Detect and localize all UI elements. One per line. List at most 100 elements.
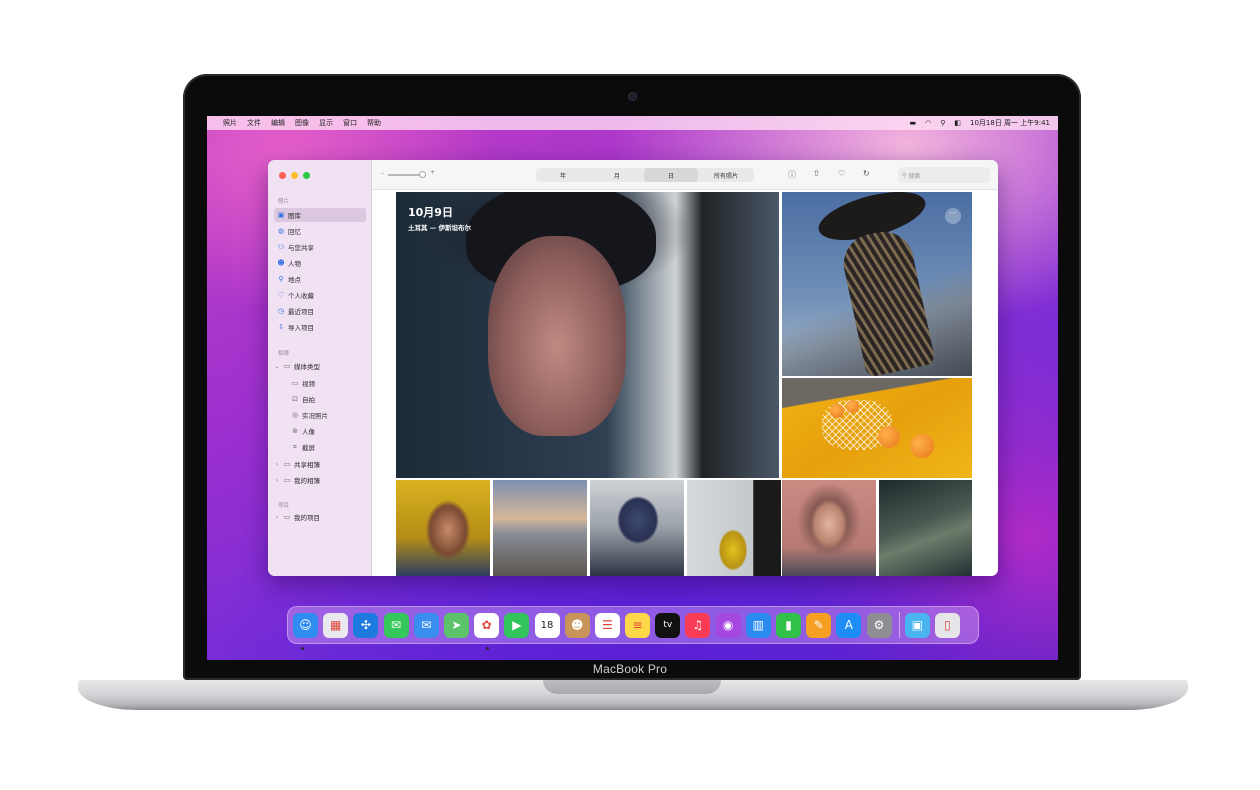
share-icon[interactable]: ⇧: [813, 169, 820, 178]
sidebar-item-my-albums[interactable]: › ▭ 我的相簿: [274, 473, 366, 487]
zoom-button[interactable]: [303, 172, 310, 179]
wifi-icon[interactable]: ◠: [925, 119, 931, 127]
calendar-icon[interactable]: 18: [534, 612, 560, 638]
more-options-icon[interactable]: ···: [945, 208, 961, 224]
sidebar-item-videos[interactable]: ▭ 视频: [288, 376, 366, 390]
downloads-folder-icon[interactable]: ▣: [904, 612, 930, 638]
photo-thumbnail[interactable]: [687, 480, 781, 576]
sidebar-item-imports[interactable]: ⇩ 导入项目: [274, 320, 366, 334]
sidebar-item-live-photos[interactable]: ◎ 实况照片: [288, 408, 366, 422]
menu-bar: 照片 文件 编辑 图像 显示 窗口 帮助 ▬ ◠ ⚲ ◧ 10月18日 周一 上…: [207, 116, 1058, 130]
portrait-icon: ⊚: [292, 427, 298, 435]
places-icon: ⚲: [278, 275, 284, 283]
photo-face: [488, 236, 626, 436]
people-icon: ☻: [277, 259, 285, 267]
sidebar-item-favorites[interactable]: ♡ 个人收藏: [274, 288, 366, 302]
sidebar-section-albums: 相簿: [278, 351, 290, 357]
sidebar-item-label: 回忆: [288, 228, 301, 236]
sidebar-item-library[interactable]: ▣ 图库: [274, 208, 366, 222]
menu-help[interactable]: 帮助: [367, 118, 381, 128]
sidebar-item-shared-albums[interactable]: › ▭ 共享相簿: [274, 457, 366, 471]
sidebar-item-shared-with-you[interactable]: ⚇ 与您共享: [274, 240, 366, 254]
app-store-icon[interactable]: A: [836, 612, 862, 638]
messages-icon[interactable]: ✉: [383, 612, 409, 638]
safari-icon[interactable]: ✣: [353, 612, 379, 638]
search-field[interactable]: ⚲ 搜索: [898, 167, 990, 183]
sidebar-item-places[interactable]: ⚲ 地点: [274, 272, 366, 286]
folder-icon: ▭: [283, 476, 291, 484]
system-preferences-icon[interactable]: ⚙: [866, 612, 892, 638]
device-label: MacBook Pro: [592, 662, 668, 676]
shared-with-you-icon: ⚇: [277, 243, 285, 251]
notes-icon[interactable]: ≡: [625, 612, 651, 638]
sidebar-item-label: 与您共享: [288, 244, 314, 252]
keynote-icon[interactable]: ▥: [745, 612, 771, 638]
rotate-icon[interactable]: ↻: [863, 169, 870, 178]
zoom-out-icon[interactable]: –: [381, 170, 384, 177]
mail-icon[interactable]: ✉: [413, 612, 439, 638]
menu-image[interactable]: 图像: [295, 118, 309, 128]
sidebar-item-screenshots[interactable]: ⌗ 截屏: [288, 440, 366, 454]
tv-icon[interactable]: tv: [655, 612, 681, 638]
zoom-in-icon[interactable]: +: [430, 169, 435, 176]
zoom-slider-knob[interactable]: [419, 171, 426, 178]
menu-view[interactable]: 显示: [319, 118, 333, 128]
sidebar-item-memories[interactable]: ◍ 回忆: [274, 224, 366, 238]
tab-months[interactable]: 月: [590, 168, 644, 182]
battery-icon[interactable]: ▬: [910, 119, 917, 127]
photo-thumbnail[interactable]: [396, 480, 490, 576]
photo-hero-portrait[interactable]: 10月9日 土耳其 — 伊斯坦布尔: [396, 192, 779, 478]
sidebar-item-label: 图库: [288, 212, 301, 220]
search-icon[interactable]: ⚲: [940, 119, 945, 127]
maps-icon[interactable]: ➤: [443, 612, 469, 638]
sidebar-item-label: 媒体类型: [294, 363, 320, 371]
memories-icon: ◍: [277, 227, 285, 235]
photo-thumbnail[interactable]: [590, 480, 684, 576]
close-button[interactable]: [279, 172, 286, 179]
selfie-icon: ⊡: [292, 395, 298, 403]
photos-icon[interactable]: ✿: [474, 612, 500, 638]
sidebar-item-selfies[interactable]: ⊡ 自拍: [288, 392, 366, 406]
sidebar-item-label: 最近项目: [288, 308, 314, 316]
sidebar-item-label: 导入项目: [288, 324, 314, 332]
launchpad-icon[interactable]: ▦: [323, 612, 349, 638]
menu-file[interactable]: 文件: [247, 118, 261, 128]
sidebar-item-media-types[interactable]: ⌄ ▭ 媒体类型: [274, 359, 366, 373]
tab-all-photos[interactable]: 所有照片: [698, 168, 754, 182]
menu-edit[interactable]: 编辑: [271, 118, 285, 128]
folder-icon: ▭: [283, 460, 291, 468]
search-placeholder: 搜索: [908, 172, 921, 180]
finder-icon[interactable]: ☺: [293, 612, 318, 638]
minimize-button[interactable]: [291, 172, 298, 179]
photo-thumbnail[interactable]: [879, 480, 972, 576]
photo-thumbnail[interactable]: [782, 480, 876, 576]
trash-icon[interactable]: ▯: [934, 612, 960, 638]
tab-years[interactable]: 年: [536, 168, 590, 182]
menu-clock[interactable]: 10月18日 周一 上午9:41: [970, 118, 1050, 128]
import-icon: ⇩: [278, 323, 284, 331]
photo-oranges[interactable]: [782, 378, 972, 478]
menu-photos[interactable]: 照片: [223, 118, 237, 128]
sidebar: 照片 ▣ 图库 ◍ 回忆 ⚇ 与您共享 ☻ 人物 ⚲ 地点 ♡ 个人收藏 ◷ 最…: [268, 160, 372, 576]
facetime-icon[interactable]: ▶: [504, 612, 530, 638]
info-icon[interactable]: ⓘ: [788, 169, 796, 180]
numbers-icon[interactable]: ▮: [776, 612, 801, 638]
control-center-icon[interactable]: ◧: [954, 119, 961, 127]
sidebar-item-label: 自拍: [302, 396, 315, 404]
photo-dancer[interactable]: ···: [782, 192, 972, 376]
favorite-icon[interactable]: ♡: [838, 169, 845, 178]
pages-icon[interactable]: ✎: [806, 612, 832, 638]
music-icon[interactable]: ♫: [685, 612, 711, 638]
photo-detail: [830, 404, 844, 418]
photo-thumbnail[interactable]: [493, 480, 587, 576]
sidebar-item-recents[interactable]: ◷ 最近项目: [274, 304, 366, 318]
sidebar-section-photos: 照片: [278, 199, 290, 205]
contacts-icon[interactable]: ☻: [564, 612, 590, 638]
sidebar-item-portrait[interactable]: ⊚ 人像: [288, 424, 366, 438]
reminders-icon[interactable]: ☰: [594, 612, 620, 638]
podcasts-icon[interactable]: ◉: [715, 612, 741, 638]
menu-window[interactable]: 窗口: [343, 118, 357, 128]
tab-days[interactable]: 日: [644, 168, 698, 182]
sidebar-item-people[interactable]: ☻ 人物: [274, 256, 366, 270]
sidebar-item-my-projects[interactable]: › ▭ 我的项目: [274, 510, 366, 524]
